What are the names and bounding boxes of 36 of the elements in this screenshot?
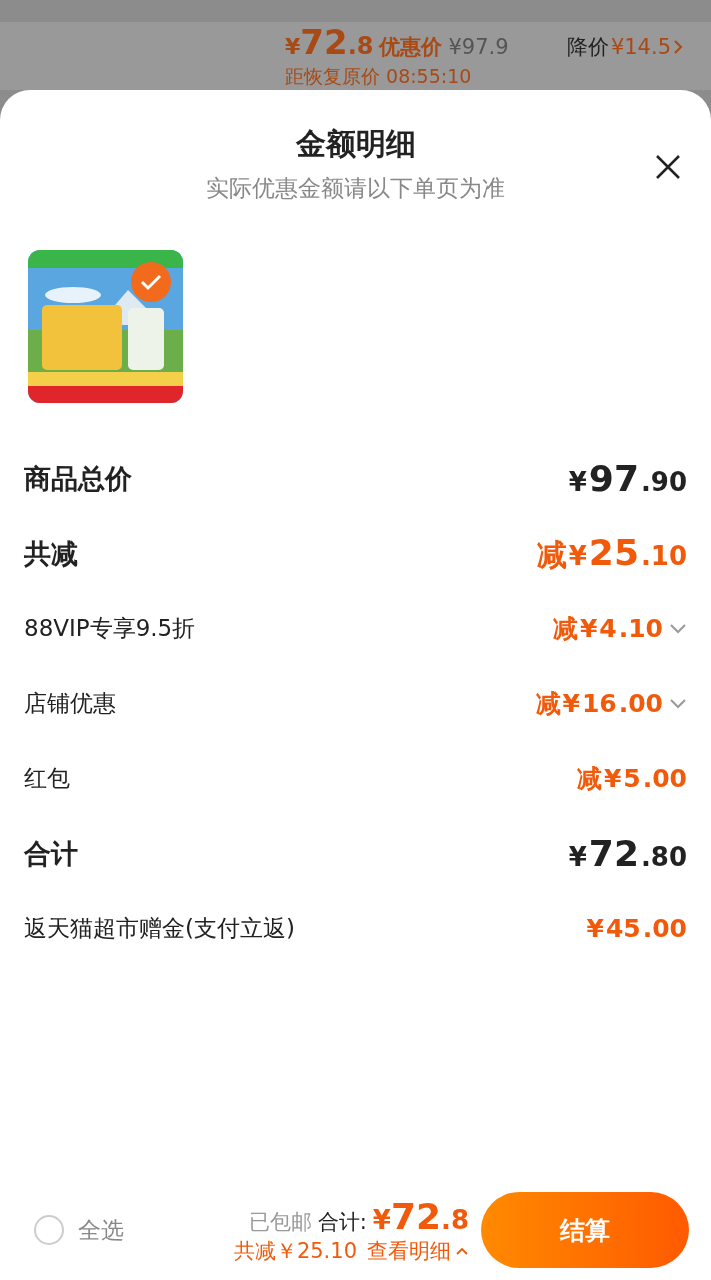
- caret-up-icon: [455, 1245, 469, 1256]
- price-label: 优惠价: [379, 34, 443, 61]
- close-icon[interactable]: [655, 154, 681, 180]
- row-amount: 减¥5.00: [576, 763, 687, 795]
- sale-price: ¥72.8: [285, 22, 374, 62]
- row-label: 共减: [24, 536, 78, 571]
- chevron-down-icon[interactable]: [669, 697, 687, 710]
- row-amount: ¥97.90: [568, 458, 687, 499]
- row-amount: ¥45.00: [586, 914, 687, 943]
- row-label: 红包: [24, 764, 70, 793]
- checkout-button[interactable]: 结算: [481, 1192, 689, 1268]
- select-all-radio[interactable]: [34, 1215, 64, 1245]
- sheet-title: 金额明细: [295, 125, 416, 163]
- price-drop-amount: ¥14.5: [610, 35, 671, 59]
- row-label: 店铺优惠: [24, 689, 116, 718]
- row-label: 商品总价: [24, 461, 132, 496]
- row-label: 合计: [24, 836, 78, 871]
- total-amount: ¥72.8: [372, 1195, 469, 1237]
- row-amount: 减¥4.10: [552, 613, 663, 645]
- total-label: 合计:: [317, 1208, 367, 1236]
- price-drop-label: 降价: [566, 34, 609, 61]
- row-label: 88VIP专享9.5折: [24, 614, 196, 643]
- row-amount: ¥72.80: [568, 833, 687, 874]
- chevron-down-icon[interactable]: [669, 622, 687, 635]
- row-label: 返天猫超市赠金(支付立返): [24, 914, 295, 943]
- select-all-label[interactable]: 全选: [78, 1214, 124, 1246]
- sheet-subtitle: 实际优惠金额请以下单页为准: [206, 174, 505, 203]
- check-icon[interactable]: [131, 262, 171, 302]
- savings-text: 共减￥25.10: [233, 1237, 357, 1265]
- row-amount: 减¥16.00: [535, 688, 663, 720]
- countdown: 距恢复原价 08:55:10: [285, 64, 473, 89]
- original-price: ¥97.9: [448, 35, 509, 59]
- row-amount: 减¥25.10: [536, 531, 687, 575]
- chevron-right-icon: [673, 39, 683, 55]
- details-link[interactable]: 查看明细: [367, 1236, 469, 1265]
- shipping-note: 已包邮: [248, 1208, 312, 1236]
